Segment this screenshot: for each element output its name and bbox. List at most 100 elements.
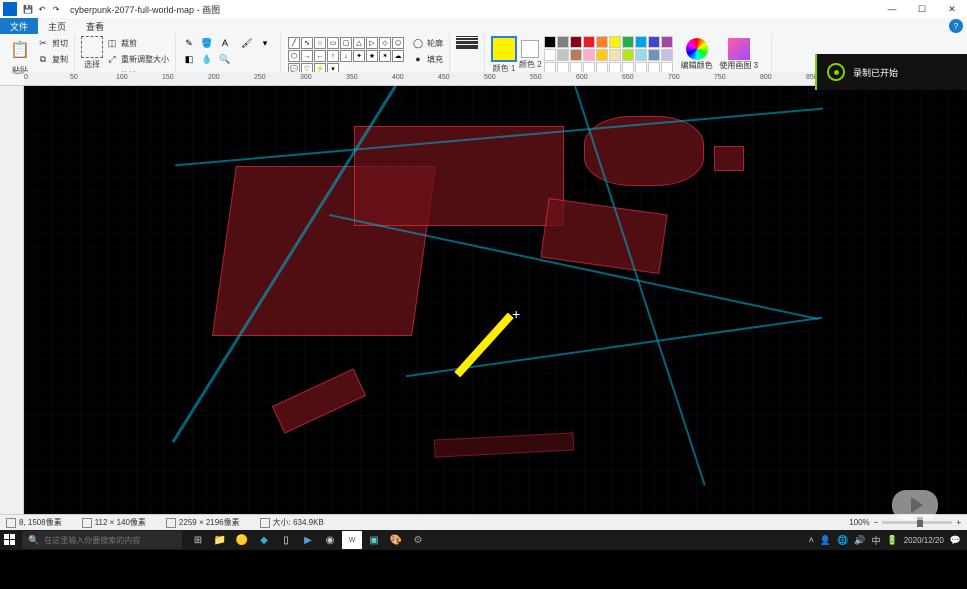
shape-outline-button[interactable]: ◯轮廓 [411, 36, 443, 50]
select-icon[interactable] [81, 36, 103, 58]
shape-oval[interactable]: ○ [314, 37, 326, 49]
shape-tri[interactable]: ▷ [366, 37, 378, 49]
app-button-1[interactable]: ◆ [254, 531, 274, 549]
document-name: cyberpunk-2077-full-world-map [70, 5, 194, 15]
app-button-3[interactable]: ▶ [298, 531, 318, 549]
zoom-tool[interactable]: 🔍 [218, 52, 232, 66]
resize-button[interactable]: ⤢重新调整大小 [105, 52, 169, 66]
tray-up-icon[interactable]: ˄ [809, 535, 814, 545]
shape-arrow-d[interactable]: ↓ [340, 50, 352, 62]
shape-star6[interactable]: ✶ [379, 50, 391, 62]
color-swatch[interactable] [635, 36, 647, 48]
crop-label: 裁剪 [121, 38, 137, 49]
color-swatch[interactable] [557, 49, 569, 61]
shape-rect[interactable]: ▭ [327, 37, 339, 49]
steam-button[interactable]: ◉ [320, 531, 340, 549]
canvas[interactable]: + [24, 86, 967, 514]
word-button[interactable]: W [342, 531, 362, 549]
color-swatch[interactable] [544, 36, 556, 48]
color2-button[interactable]: 颜色 2 [519, 36, 542, 70]
color-swatch[interactable] [648, 36, 660, 48]
save-button[interactable]: 💾 [22, 3, 34, 15]
recording-notification[interactable]: 录制已开始 [815, 54, 967, 90]
tray-people-icon[interactable]: 👤 [820, 535, 831, 546]
search-input[interactable] [44, 536, 176, 545]
shape-callout[interactable]: ☁ [392, 50, 404, 62]
zoom-out-button[interactable]: − [874, 518, 879, 527]
shape-hex[interactable]: ⬡ [288, 50, 300, 62]
tray-network-icon[interactable]: 🌐 [837, 535, 848, 546]
shape-poly[interactable]: △ [353, 37, 365, 49]
color-swatch[interactable] [570, 49, 582, 61]
shape-arrow-u[interactable]: ↑ [327, 50, 339, 62]
shape-diamond[interactable]: ◇ [379, 37, 391, 49]
zoom-in-button[interactable]: + [956, 518, 961, 527]
shape-line[interactable]: ╱ [288, 37, 300, 49]
brush-tool[interactable]: 🖌 [240, 36, 254, 50]
tab-file[interactable]: 文件 [0, 18, 38, 34]
paste-icon[interactable]: 📋 [6, 36, 34, 64]
pencil-tool[interactable]: ✎ [182, 36, 196, 50]
shape-roundrect[interactable]: ▢ [340, 37, 352, 49]
color-swatch[interactable] [622, 36, 634, 48]
eraser-tool[interactable]: ◧ [182, 52, 196, 66]
shape-arrow-l[interactable]: ← [314, 50, 326, 62]
paint-button[interactable]: 🎨 [386, 531, 406, 549]
tray-volume-icon[interactable]: 🔊 [854, 535, 865, 546]
color-palette[interactable] [544, 36, 673, 74]
color1-button[interactable]: 颜色 1 [491, 36, 517, 74]
start-button[interactable] [0, 530, 20, 550]
tray-datetime[interactable]: 2020/12/20 [904, 536, 944, 545]
app-button-5[interactable]: ⚙ [408, 531, 428, 549]
help-icon[interactable]: ? [949, 19, 963, 33]
color-swatch[interactable] [596, 36, 608, 48]
app-button-4[interactable]: ▣ [364, 531, 384, 549]
brush-dropdown[interactable]: ▾ [258, 36, 272, 50]
color-swatch[interactable] [661, 36, 673, 48]
tab-home[interactable]: 主页 [38, 19, 76, 34]
tab-view[interactable]: 查看 [76, 19, 114, 34]
color-swatch[interactable] [622, 49, 634, 61]
undo-button[interactable]: ↶ [36, 3, 48, 15]
tray-battery-icon[interactable]: 🔋 [887, 535, 898, 546]
explorer-button[interactable]: 📁 [210, 531, 230, 549]
color-swatch[interactable] [544, 49, 556, 61]
color-swatch[interactable] [583, 49, 595, 61]
color-swatch[interactable] [570, 36, 582, 48]
video-play-overlay[interactable] [885, 490, 945, 530]
shape-star5[interactable]: ★ [366, 50, 378, 62]
minimize-button[interactable]: — [877, 0, 907, 18]
crop-button[interactable]: ◫裁剪 [105, 36, 169, 50]
chrome-button[interactable]: 🟡 [232, 531, 252, 549]
color-swatch[interactable] [609, 36, 621, 48]
shape-star4[interactable]: ✦ [353, 50, 365, 62]
color-swatch[interactable] [596, 49, 608, 61]
size-button[interactable] [456, 36, 478, 49]
color-swatch[interactable] [609, 49, 621, 61]
shape-curve[interactable]: ∿ [301, 37, 313, 49]
color-swatch[interactable] [648, 49, 660, 61]
color-swatch[interactable] [583, 36, 595, 48]
fill-tool[interactable]: 🪣 [200, 36, 214, 50]
tray-notifications-icon[interactable]: 💬 [950, 535, 961, 546]
app-button-2[interactable]: ▯ [276, 531, 296, 549]
copy-button[interactable]: ⧉复制 [36, 52, 68, 66]
shape-arrow-r[interactable]: → [301, 50, 313, 62]
ruler-tick: 500 [484, 74, 496, 81]
edit-colors-button[interactable]: 编辑颜色 [681, 38, 713, 71]
taskbar-search[interactable]: 🔍 [22, 531, 182, 549]
close-button[interactable]: ✕ [937, 0, 967, 18]
shape-fill-button[interactable]: ●填充 [411, 52, 443, 66]
tray-ime-icon[interactable]: 中 [872, 534, 881, 547]
shape-pent[interactable]: ⬠ [392, 37, 404, 49]
cut-button[interactable]: ✂剪切 [36, 36, 68, 50]
picker-tool[interactable]: 💧 [200, 52, 214, 66]
task-view-button[interactable]: ⊞ [188, 531, 208, 549]
text-tool[interactable]: A [218, 36, 232, 50]
maximize-button[interactable]: ☐ [907, 0, 937, 18]
color-swatch[interactable] [635, 49, 647, 61]
shapes-gallery[interactable]: ╱∿○▭▢△▷◇⬠ ⬡→←↑↓✦★✶☁ 💬♡⚡▾ [287, 36, 405, 76]
redo-button[interactable]: ↷ [50, 3, 62, 15]
color-swatch[interactable] [557, 36, 569, 48]
color-swatch[interactable] [661, 49, 673, 61]
